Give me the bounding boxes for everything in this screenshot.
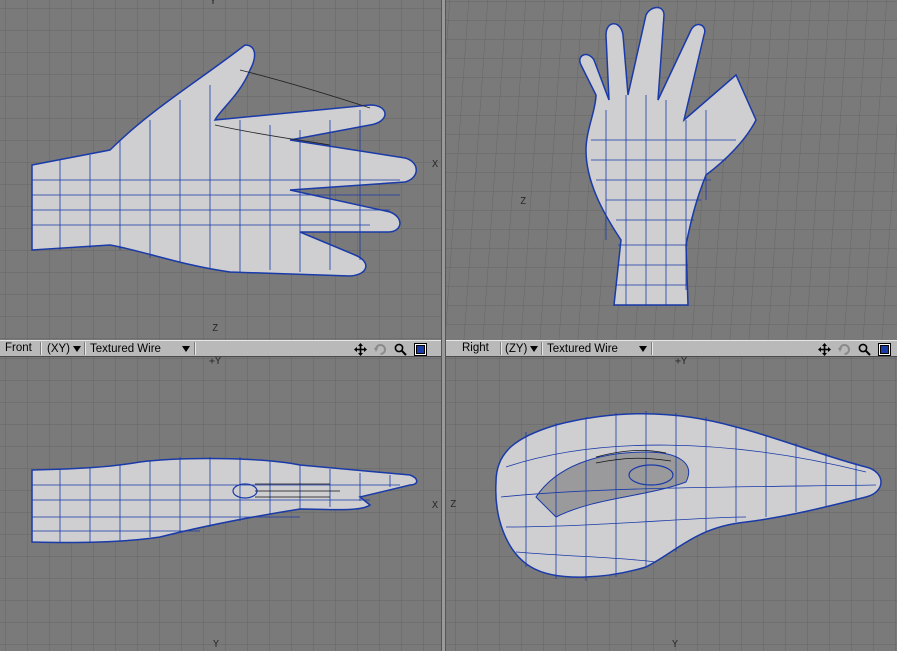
plane-dropdown[interactable]: (XY)	[47, 342, 81, 355]
viewport-toolbar-front: Front (XY) Textured Wire	[0, 340, 441, 357]
maximize-icon[interactable]	[413, 342, 428, 356]
axis-label: Y	[210, 0, 217, 7]
viewport-front[interactable]: +Y X Y	[0, 357, 441, 651]
viewport-grid	[0, 0, 441, 340]
axis-label: Z	[450, 499, 457, 510]
render-mode-dropdown[interactable]: Textured Wire	[547, 342, 647, 355]
toolbar-separator	[500, 342, 502, 355]
chevron-down-icon	[73, 345, 81, 352]
toolbar-separator	[541, 342, 543, 355]
move-icon[interactable]	[353, 342, 368, 356]
toolbar-separator	[84, 342, 86, 355]
view-label: Front	[5, 342, 32, 354]
viewport-grid	[446, 0, 897, 340]
plane-label: (XY)	[47, 342, 70, 355]
viewport-top-right[interactable]: Z	[446, 0, 897, 340]
chevron-down-icon	[639, 345, 647, 352]
view-label: Right	[462, 342, 489, 354]
axis-label: X	[432, 500, 439, 511]
axis-label: Y	[672, 639, 679, 650]
toolbar-separator	[40, 342, 42, 355]
chevron-down-icon	[530, 345, 539, 352]
viewport-top-left[interactable]: Y X Z	[0, 0, 441, 340]
axis-label: Z	[520, 196, 527, 207]
axis-label: +Y	[209, 357, 222, 367]
render-mode-label: Textured Wire	[547, 342, 618, 355]
axis-label: X	[432, 159, 439, 170]
chevron-down-icon	[182, 345, 190, 352]
viewport-grid	[446, 357, 897, 651]
axis-label: +Y	[675, 357, 688, 367]
viewport-right[interactable]: +Y Z Y	[446, 357, 897, 651]
zoom-icon[interactable]	[393, 342, 408, 356]
rotate-icon[interactable]	[373, 342, 388, 356]
toolbar-separator	[651, 342, 653, 355]
rotate-icon[interactable]	[837, 342, 852, 356]
zoom-icon[interactable]	[857, 342, 872, 356]
render-mode-dropdown[interactable]: Textured Wire	[90, 342, 190, 355]
render-mode-label: Textured Wire	[90, 342, 161, 355]
axis-label: Y	[213, 639, 220, 650]
viewport-grid	[0, 357, 441, 651]
maximize-icon[interactable]	[877, 342, 892, 356]
viewport-toolbar-right: Right (ZY) Textured Wire	[446, 340, 897, 357]
move-icon[interactable]	[817, 342, 832, 356]
toolbar-separator	[194, 342, 196, 355]
plane-label: (ZY)	[505, 342, 528, 355]
plane-dropdown[interactable]: (ZY)	[505, 342, 539, 355]
axis-label: Z	[212, 323, 219, 334]
